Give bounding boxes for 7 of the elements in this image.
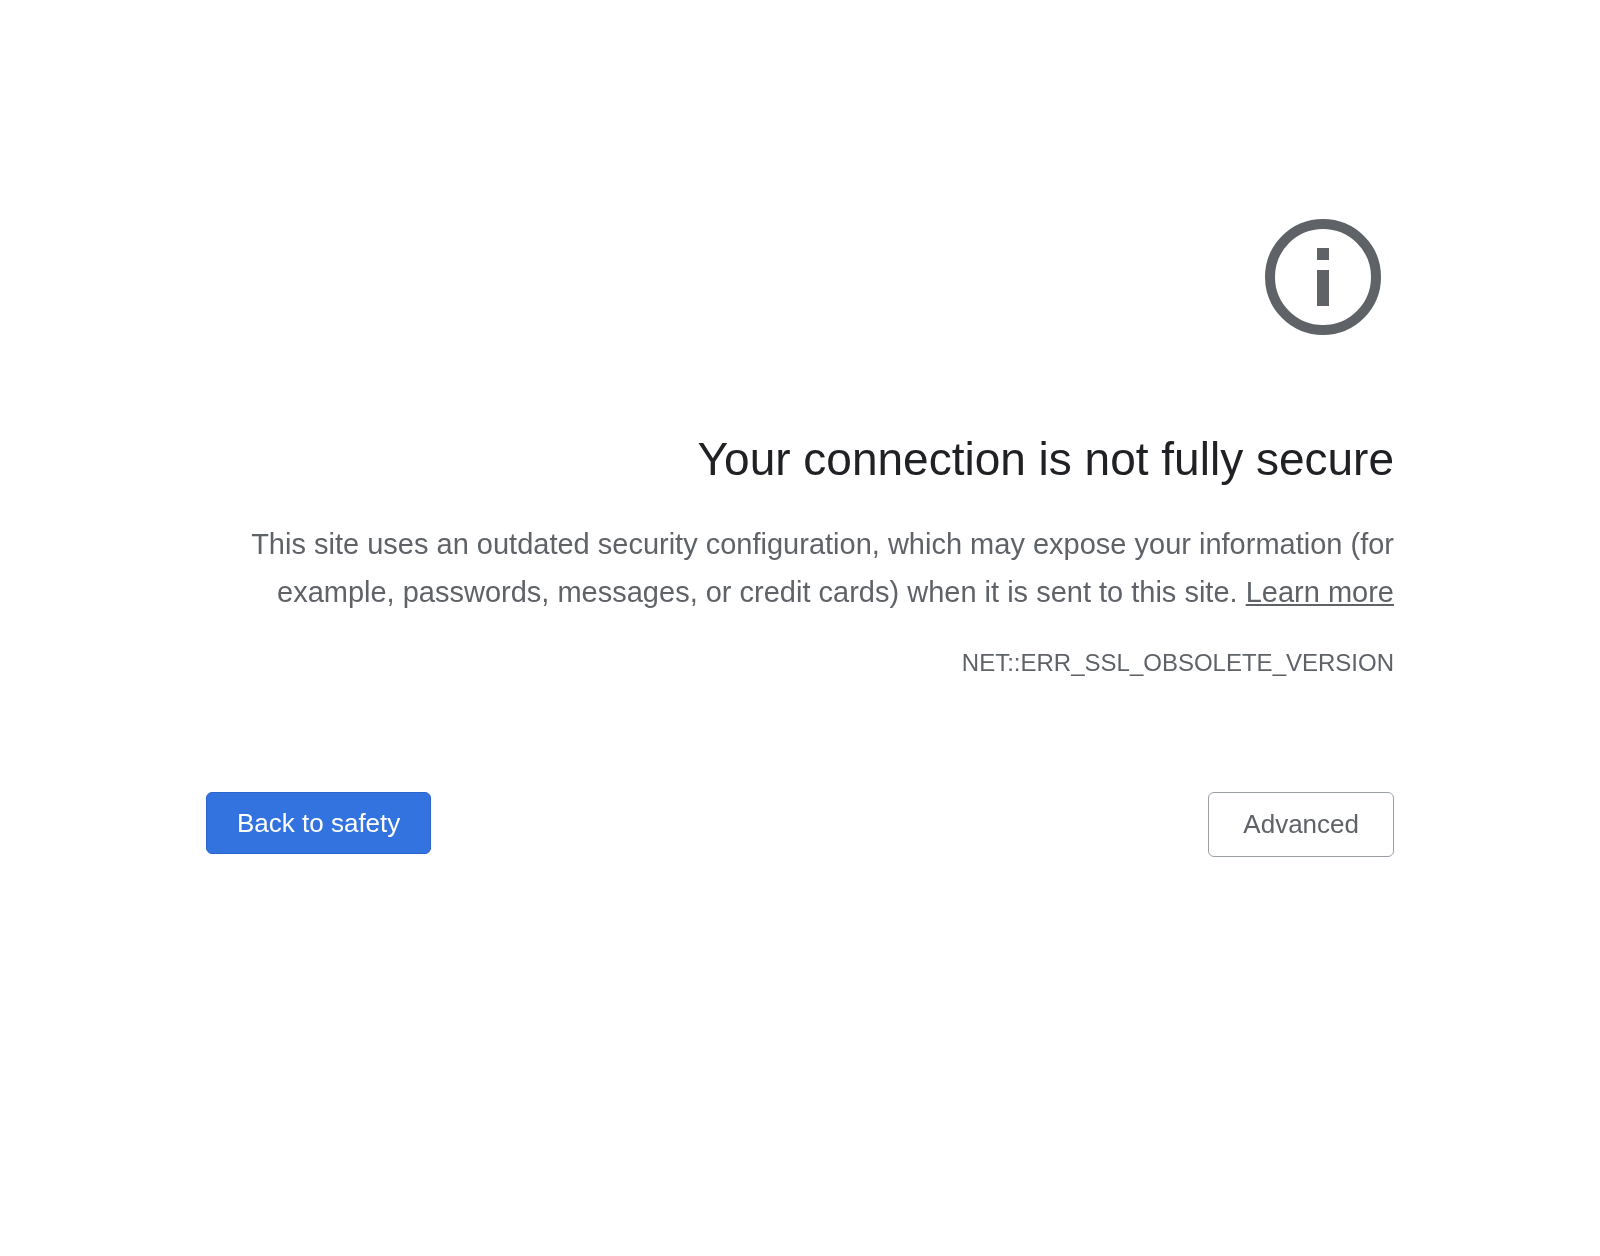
page-heading: Your connection is not fully secure	[697, 433, 1394, 485]
error-code: NET::ERR_SSL_OBSOLETE_VERSION	[961, 648, 1394, 678]
info-icon	[1264, 218, 1382, 336]
explanation-text: This site uses an outdated security configuration, which may expose your information (for example, passwords, messages, or credit cards) when it is sent to this site. Learn more	[250, 527, 1394, 610]
back-to-safety-button[interactable]: Back to safety	[206, 792, 432, 854]
learn-more-link[interactable]: Learn more	[1245, 576, 1394, 608]
advanced-button[interactable]: Advanced	[1208, 792, 1394, 857]
